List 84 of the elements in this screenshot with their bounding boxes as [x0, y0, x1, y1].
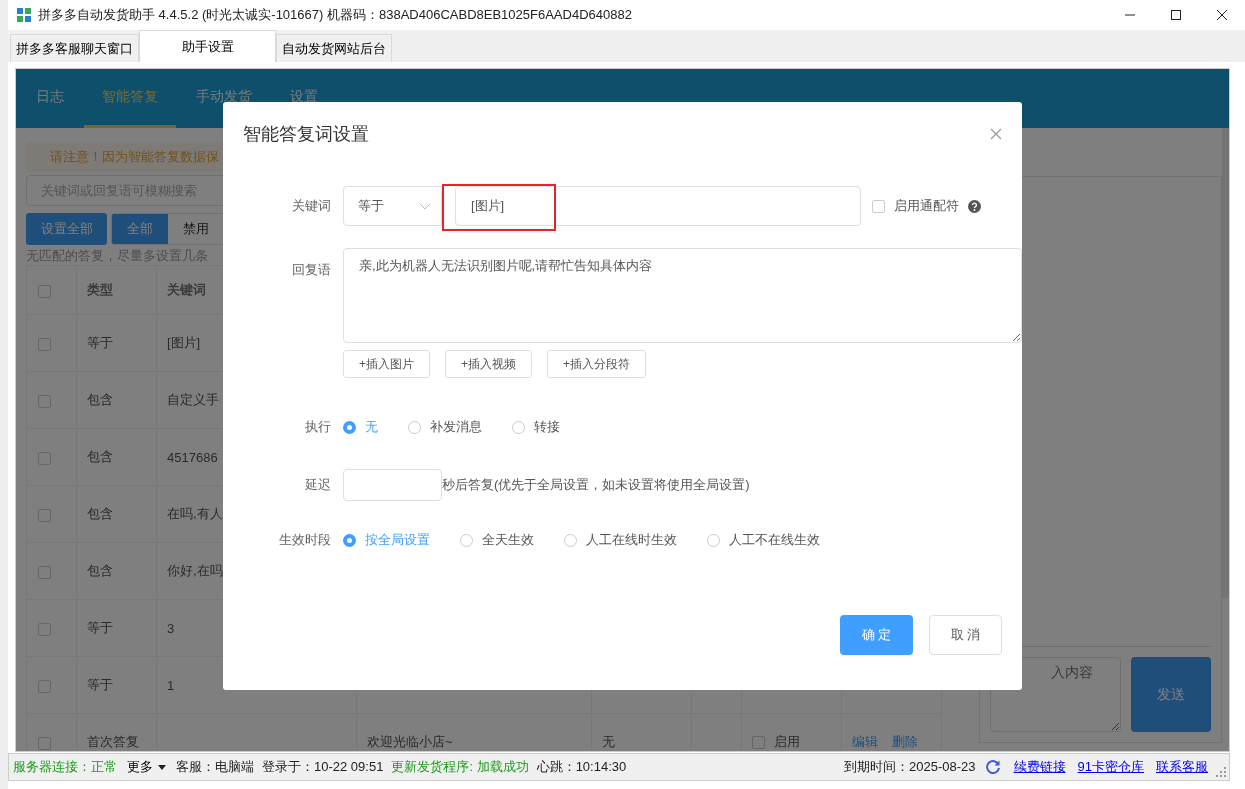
radio-label: 按全局设置 — [365, 531, 430, 549]
table-cell: 等于 — [87, 335, 113, 350]
resize-grip-icon[interactable] — [1216, 767, 1226, 777]
radio-label: 补发消息 — [430, 418, 482, 436]
field-label: 生效时段 — [278, 531, 332, 549]
match-select[interactable]: 等于 — [343, 186, 442, 226]
status-link[interactable]: 91卡密仓库 — [1077, 758, 1144, 776]
checkbox[interactable] — [872, 199, 885, 213]
delay-field[interactable] — [343, 469, 442, 501]
radio-button[interactable] — [408, 420, 421, 434]
table-cell: 自定义手 — [167, 392, 219, 407]
refresh-icon[interactable] — [983, 758, 1002, 776]
status-text: 客服：电脑端 — [176, 758, 254, 776]
table-cell: 4517686 — [167, 449, 218, 465]
table-cell: 在吗,有人 — [167, 506, 223, 521]
checkbox-label: 启用通配符 — [894, 197, 959, 215]
radio-button[interactable] — [564, 533, 577, 547]
field-label: 执行 — [304, 418, 332, 436]
checkbox[interactable] — [38, 679, 51, 693]
radio-label: 人工不在线生效 — [729, 531, 820, 549]
column-header: 类型 — [87, 282, 113, 297]
insert-button[interactable]: +插入图片 — [343, 350, 430, 378]
cancel-button[interactable]: 取 消 — [929, 615, 1002, 655]
status-link[interactable]: 续费链接 — [1013, 758, 1066, 776]
close-icon[interactable] — [990, 128, 1002, 140]
field-label: 回复语 — [291, 261, 332, 279]
app-icon — [16, 7, 32, 23]
window-title: 拼多多自动发货助手 4.4.5.2 (时光太诚实-101667) 机器码：838AD406CABD8EB1025F6AAD4D640882 — [38, 6, 632, 24]
radio-button[interactable] — [460, 533, 473, 547]
radio-label: 转接 — [534, 418, 560, 436]
window-tab[interactable]: 自动发货网站后台 — [276, 34, 392, 62]
table-cell: 等于 — [87, 677, 113, 692]
checkbox[interactable] — [38, 337, 51, 351]
more-menu[interactable]: 更多 — [125, 758, 168, 776]
column-header: 关键词 — [167, 282, 206, 297]
radio-button[interactable] — [343, 420, 356, 434]
delay-note: 秒后答复(优先于全局设置，如未设置将使用全局设置) — [442, 476, 750, 494]
keyword-field[interactable]: [图片] — [455, 186, 861, 226]
table-cell: 包含 — [87, 563, 113, 578]
status-text: 更新发货程序: 加载成功 — [391, 758, 529, 776]
table-cell: [图片] — [167, 335, 201, 350]
reply-field[interactable]: 亲,此为机器人无法识别图片呢,请帮忙告知具体内容 — [343, 248, 1022, 343]
table-cell: 欢迎光临小店~ — [367, 734, 453, 749]
status-link[interactable]: 联系客服 — [1156, 758, 1208, 776]
table-cell: 首次答复 — [87, 734, 139, 749]
field-label: 关键词 — [291, 197, 332, 215]
expiry-text: 到期时间：2025-08-23 — [844, 758, 976, 776]
table-cell: 包含 — [87, 449, 113, 464]
checkbox[interactable] — [38, 736, 51, 750]
checkbox-label: 启用 — [774, 733, 800, 751]
field-label: 延迟 — [304, 476, 332, 494]
checkbox[interactable] — [38, 622, 51, 636]
table-cell: 3 — [167, 620, 175, 636]
checkbox[interactable] — [38, 565, 51, 579]
checkbox[interactable] — [38, 394, 51, 408]
radio-button[interactable] — [343, 533, 356, 547]
insert-button[interactable]: +插入视频 — [445, 350, 533, 378]
table-cell: 无 — [602, 734, 615, 749]
table-cell: 等于 — [87, 620, 113, 635]
table-cell: 包含 — [87, 506, 113, 521]
insert-button[interactable]: +插入分段符 — [547, 350, 647, 378]
radio-label: 人工在线时生效 — [586, 531, 677, 549]
checkbox[interactable] — [38, 451, 51, 465]
radio-button[interactable] — [512, 420, 525, 434]
window-tab[interactable]: 拼多多客服聊天窗口 — [10, 34, 139, 62]
table-cell: 包含 — [87, 392, 113, 407]
status-text: 心跳：10:14:30 — [536, 758, 627, 776]
status-text: 登录于：10-22 09:51 — [262, 758, 384, 776]
maximize-icon — [1170, 9, 1182, 21]
status-text: 服务器连接：正常 — [13, 758, 117, 776]
radio-label: 全天生效 — [482, 531, 534, 549]
checkbox[interactable] — [38, 284, 51, 298]
chevron-icon — [419, 202, 431, 210]
checkbox[interactable] — [38, 508, 51, 522]
radio-label: 无 — [365, 418, 378, 436]
table-cell: 你好,在吗 — [167, 563, 223, 578]
checkbox[interactable] — [752, 735, 765, 749]
help-icon[interactable] — [968, 199, 981, 213]
table-cell: 1 — [167, 677, 175, 693]
caret-icon — [158, 764, 166, 770]
close-icon — [1216, 9, 1228, 21]
window-tab[interactable]: 助手设置 — [139, 30, 276, 62]
scrollbar[interactable] — [1222, 128, 1229, 598]
radio-button[interactable] — [707, 533, 720, 547]
